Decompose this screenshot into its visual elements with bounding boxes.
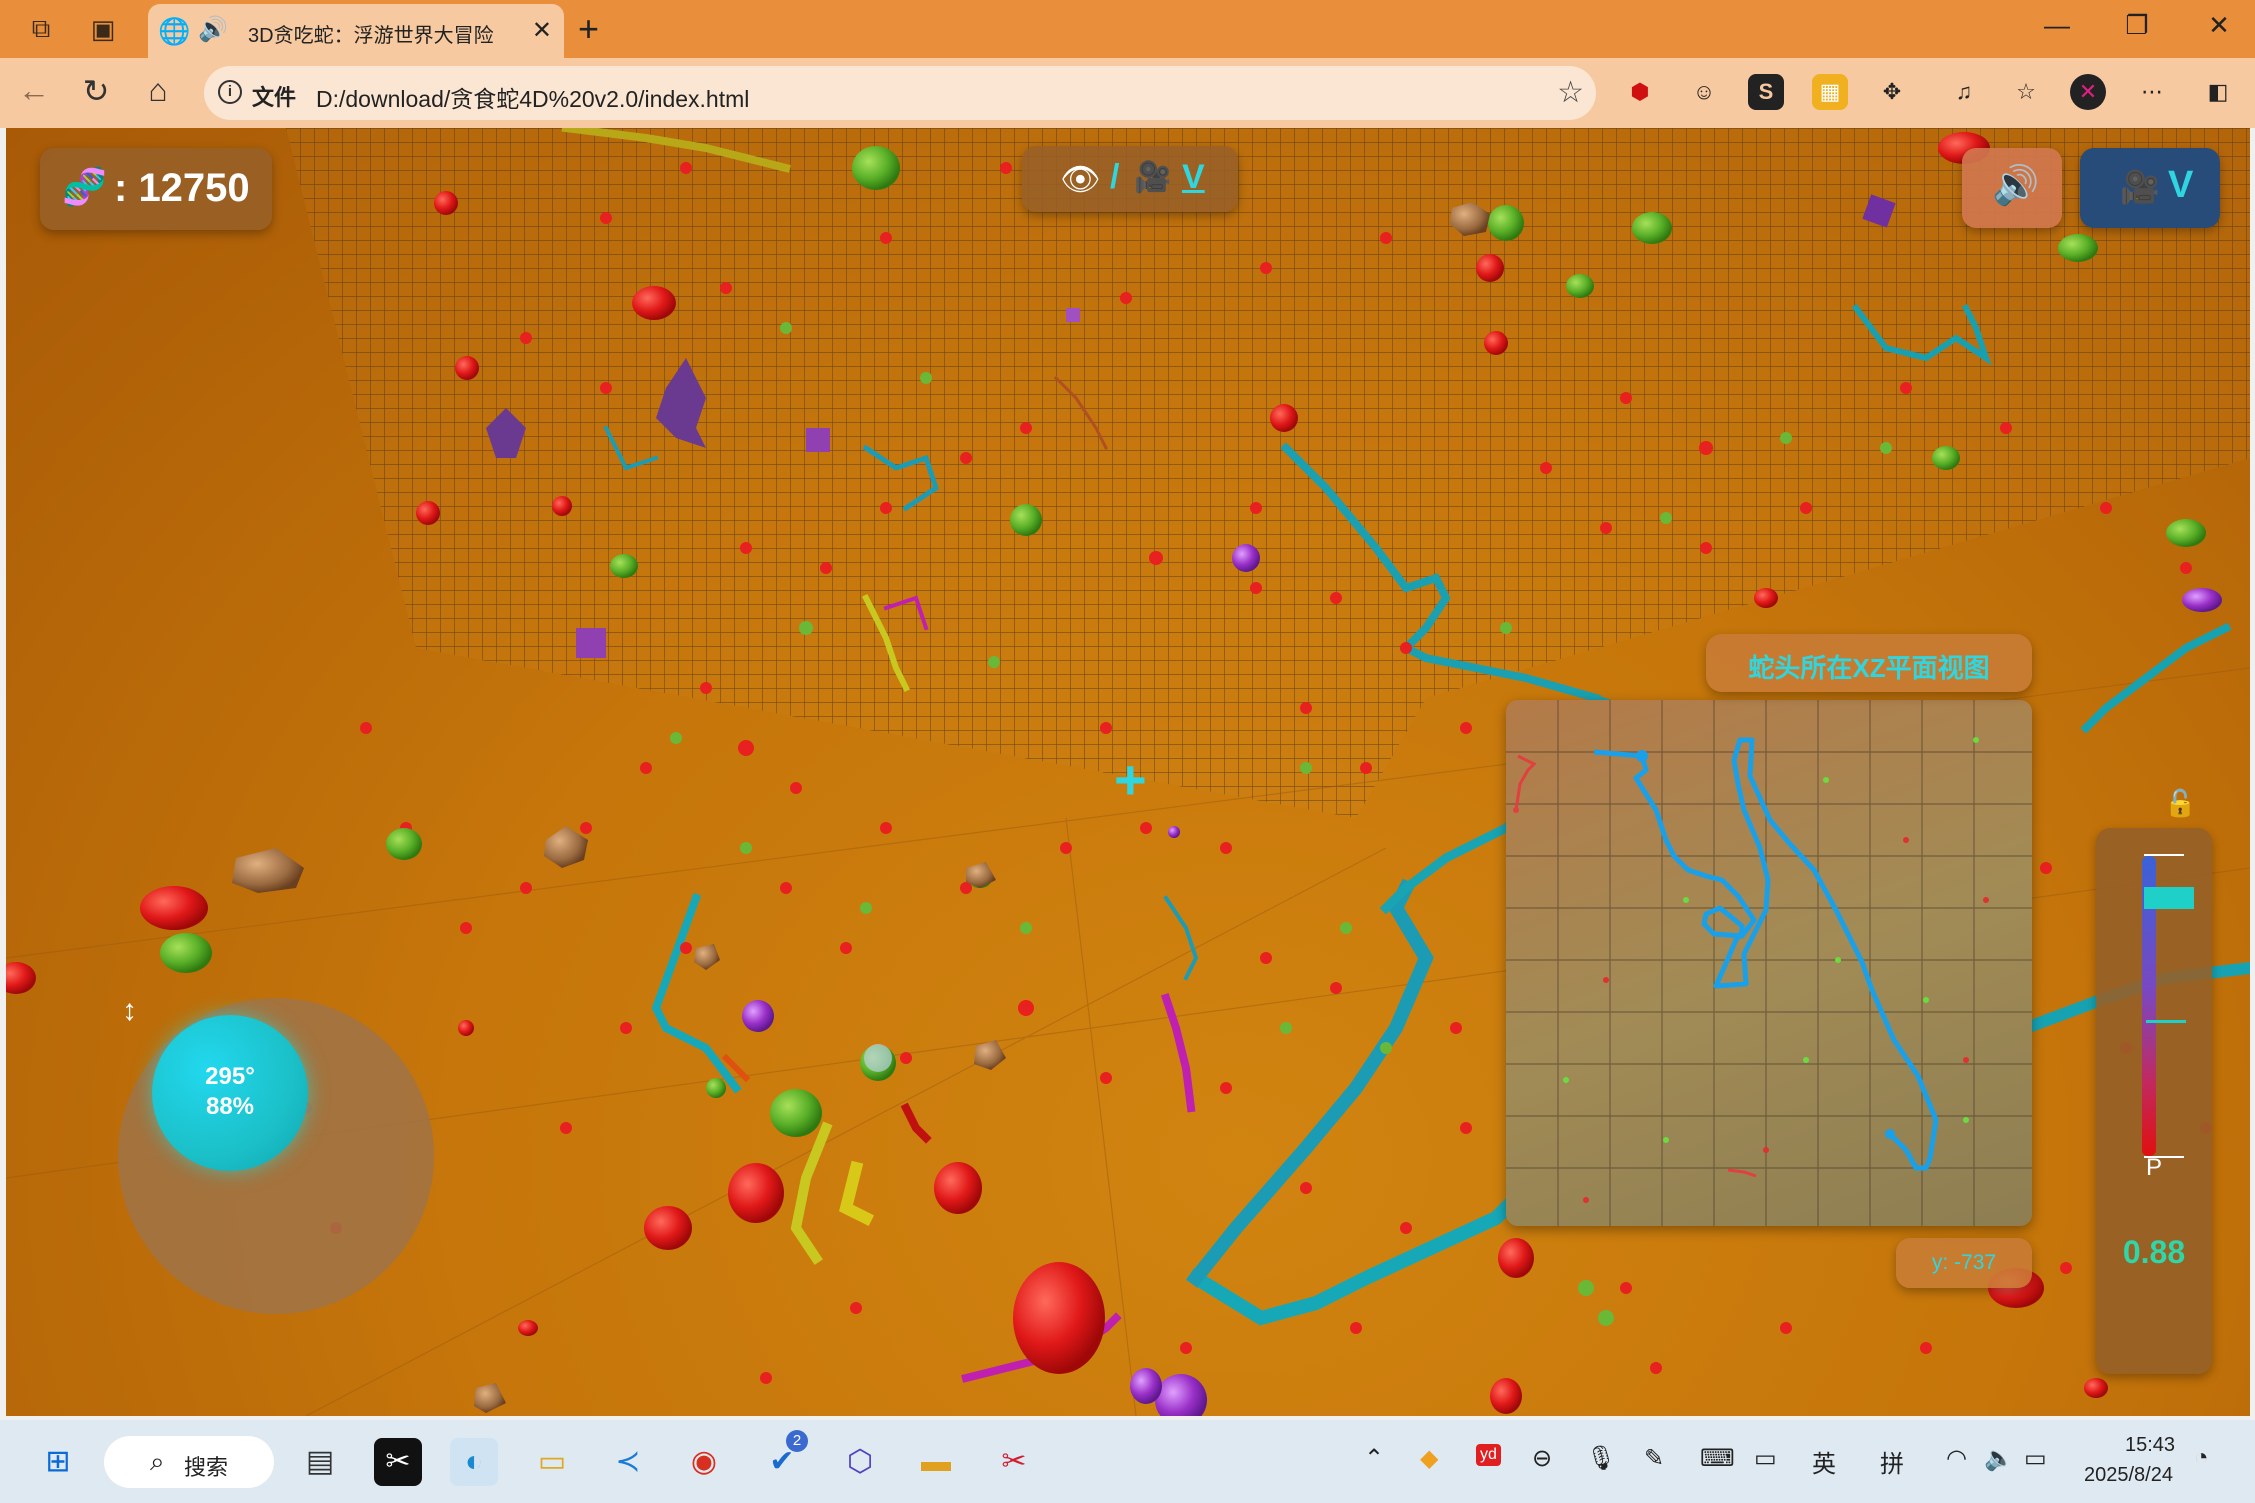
edge-icon[interactable]: ◐ [450,1438,498,1486]
extensions-puzzle-icon[interactable]: ✥ [1874,74,1910,110]
file-label: 文件 [252,85,297,110]
home-button[interactable]: ⌂ [136,72,180,109]
clock-date[interactable]: 2025/8/24 [2084,1464,2173,1487]
ime-language[interactable]: 英 [1812,1444,1836,1479]
favorite-star-icon[interactable]: ☆ [1557,75,1584,110]
view-toggle-hint[interactable]: 👁 / 🎥 V [1022,146,1238,212]
speed-mid-tick [2146,1020,2186,1023]
url-text[interactable]: D:/download/贪食蛇4D%20v2.0/index.html [316,80,749,114]
minimap-title: 蛇头所在XZ平面视图 [1748,653,1990,683]
active-tab[interactable]: 🌐 🔊 3D贪吃蛇：浮游世界大冒险 ✕ [148,4,564,58]
new-tab-button[interactable]: + [578,8,599,50]
ime-mode[interactable]: 拼 [1880,1444,1904,1479]
address-bar[interactable]: i 文件 D:/download/贪食蛇4D%20v2.0/index.html… [204,66,1596,120]
tab-close-icon[interactable]: ✕ [532,16,552,45]
meeting-icon[interactable]: ⊖ [1532,1444,1552,1473]
view-toggle-key: V [1182,158,1205,196]
score-panel: 🧬 : 12750 [40,148,272,230]
workspaces-icon[interactable]: ⧉ [24,12,58,46]
info-icon[interactable]: i [218,80,242,104]
voice-input-icon[interactable]: 🎙 [1586,1444,1616,1473]
face-extension-icon[interactable]: ☺ [1686,74,1722,110]
tray-overflow-icon[interactable]: ⌃ [1364,1444,1384,1473]
game-viewport[interactable]: 🧬 : 12750 👁 / 🎥 V 🔊 🎥 V + 蛇头所在XZ平面视图 y: … [6,128,2250,1416]
y-coordinate-panel: y: -737 [1896,1238,2032,1288]
sidebar-toggle-icon[interactable]: ◧ [2200,74,2236,110]
tray-app-icon[interactable]: ◆ [1420,1444,1438,1473]
vscode-icon[interactable]: ≺ [604,1438,652,1486]
close-window-button[interactable]: ✕ [2194,10,2244,41]
y-coordinate-readout: y: -737 [1931,1251,1997,1274]
favorites-icon[interactable]: ☆ [2008,74,2044,110]
dna-icon: 🧬 [62,166,107,207]
xz-minimap [1506,700,2032,1226]
tab-actions-icon[interactable]: ▣ [86,12,120,46]
tab-audio-icon[interactable]: 🔊 [198,15,228,44]
file-explorer-icon[interactable]: ▭ [528,1438,576,1486]
minimize-button[interactable]: — [2032,10,2082,41]
wifi-icon[interactable]: ◠ [1946,1444,1967,1473]
minimap-title-panel: 蛇头所在XZ平面视图 [1706,634,2032,692]
speed-value: 0.88 [2122,1234,2186,1270]
search-label: 搜索 [184,1455,229,1480]
eye-icon: 👁 [1060,161,1101,197]
joystick-angle: 295° [205,1063,255,1090]
sound-toggle-button[interactable]: 🔊 [1962,148,2062,228]
chrome-icon[interactable]: ◉ [680,1438,728,1486]
youdao-icon[interactable]: yd [1476,1444,1501,1466]
restore-button[interactable]: ❐ [2112,10,2162,41]
crosshair: + [1114,748,1147,811]
clock-time[interactable]: 15:43 [2125,1434,2175,1457]
browser-tab-bar: ⧉ ▣ 🌐 🔊 3D贪吃蛇：浮游世界大冒险 ✕ + — ❐ ✕ [0,0,2255,58]
search-icon: ⌕ [150,1446,165,1476]
adblock-extension-icon[interactable]: ⬢ [1622,74,1658,110]
globe-icon: 🌐 [158,16,191,46]
battery-icon[interactable]: ▭ [2024,1444,2047,1473]
view-separator: / [1110,158,1120,196]
folder-icon[interactable]: ▬ [912,1438,960,1486]
back-button[interactable]: ← [12,72,56,109]
capcut-icon[interactable]: ✂ [374,1438,422,1486]
video-camera-icon: 🎥 [1134,161,1172,194]
joystick-knob[interactable]: 295° 88% [152,1015,308,1171]
joystick-percent: 88% [205,1093,255,1120]
lock-icon[interactable]: 🔓 [2164,788,2196,819]
notification-icon[interactable]: ◔ [2194,1444,2209,1472]
camera-switch-key: V [2168,164,2194,206]
s-extension-icon[interactable]: S [1748,74,1784,110]
speed-slider-handle[interactable] [2144,887,2194,909]
refresh-button[interactable]: ↻ [74,72,118,110]
score-value: : 12750 [114,166,250,210]
pen-icon[interactable]: ✎ [1644,1444,1664,1473]
profile-avatar[interactable]: ✕ [2070,74,2106,110]
dev-tool-icon[interactable]: ⬡ [836,1438,884,1486]
touchpad-icon[interactable]: ▭ [1754,1444,1777,1473]
start-button[interactable]: ⊞ [34,1438,82,1486]
keyboard-icon[interactable]: ⌨ [1700,1444,1735,1473]
video-camera-icon: 🎥 [2120,169,2160,205]
media-control-icon[interactable]: ♫ [1946,74,1982,110]
task-view-icon[interactable]: ▤ [296,1438,344,1486]
windows-taskbar: ⊞ ⌕ 搜索 ▤ ✂ ◐ ▭ ≺ ◉ ✔ 2 ⬡ ▬ ✂ ⌃ ◆ yd ⊖ 🎙 … [0,1420,2255,1503]
camera-switch-button[interactable]: 🎥 V [2080,148,2220,228]
todo-badge: 2 [786,1430,808,1452]
speaker-icon: 🔊 [1992,165,2040,207]
speed-top-tick [2144,854,2184,856]
updown-arrow-icon: ↕ [122,994,137,1027]
taskbar-search[interactable]: ⌕ 搜索 [104,1436,274,1488]
snipping-tool-icon[interactable]: ✂ [990,1438,1038,1486]
yellow-extension-icon[interactable]: ▦ [1812,74,1848,110]
speed-label: P [2146,1154,2163,1181]
browser-toolbar: ← ↻ ⌂ i 文件 D:/download/贪食蛇4D%20v2.0/inde… [0,58,2255,128]
tab-title: 3D贪吃蛇：浮游世界大冒险 [248,25,494,47]
volume-icon[interactable]: 🔈 [1984,1444,2014,1473]
more-menu-icon[interactable]: ⋯ [2134,74,2170,110]
